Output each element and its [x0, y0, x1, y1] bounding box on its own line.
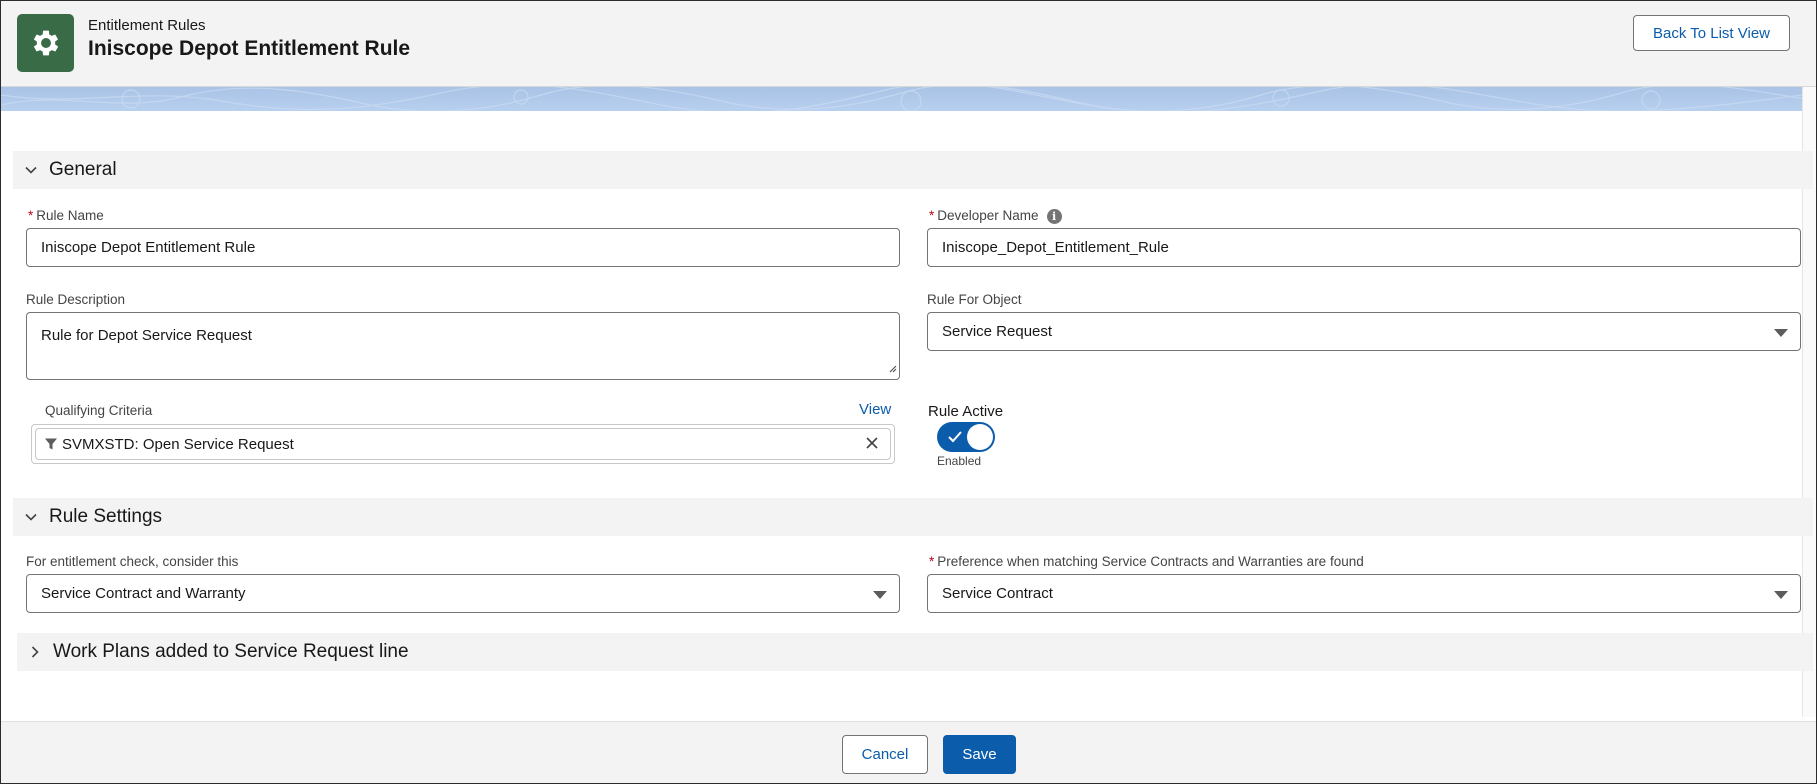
- required-marker: *: [28, 208, 34, 223]
- entitlement-check-label: For entitlement check, consider this: [26, 554, 239, 569]
- entitlement-check-select[interactable]: Service Contract and Warranty: [26, 574, 900, 613]
- decorative-banner: [1, 87, 1816, 111]
- section-title: General: [49, 159, 117, 180]
- view-criteria-link[interactable]: View: [859, 401, 891, 418]
- close-icon[interactable]: [864, 435, 880, 456]
- resize-grip-icon[interactable]: [887, 360, 897, 377]
- rule-name-input[interactable]: Iniscope Depot Entitlement Rule: [26, 228, 900, 267]
- gear-icon: [17, 14, 74, 72]
- rule-for-object-select[interactable]: Service Request: [927, 312, 1801, 351]
- section-title: Rule Settings: [49, 506, 163, 527]
- rule-for-object-label: Rule For Object: [927, 292, 1022, 307]
- filter-icon: [44, 437, 58, 451]
- section-rule-settings-header[interactable]: Rule Settings: [13, 498, 1813, 536]
- back-to-list-view-button[interactable]: Back To List View: [1633, 15, 1790, 51]
- developer-name-label: * Developer Name i: [929, 208, 1062, 224]
- chevron-down-icon: [13, 163, 49, 177]
- qualifying-criteria-field[interactable]: SVMXSTD: Open Service Request: [31, 424, 895, 464]
- rule-active-label: Rule Active: [928, 403, 1004, 420]
- required-marker: *: [929, 208, 935, 223]
- page-header: Entitlement Rules Iniscope Depot Entitle…: [1, 1, 1816, 87]
- page-frame: Entitlement Rules Iniscope Depot Entitle…: [0, 0, 1817, 784]
- chevron-right-icon: [17, 645, 53, 659]
- section-work-plans-header[interactable]: Work Plans added to Service Request line: [17, 633, 1813, 671]
- preference-select[interactable]: Service Contract: [927, 574, 1801, 613]
- dropdown-caret-icon: [1774, 591, 1788, 599]
- qualifying-criteria-label: Qualifying Criteria: [45, 403, 153, 418]
- criteria-value: SVMXSTD: Open Service Request: [62, 435, 294, 453]
- rule-active-state: Enabled: [937, 454, 982, 468]
- section-title: Work Plans added to Service Request line: [53, 641, 409, 662]
- developer-name-input[interactable]: Iniscope_Depot_Entitlement_Rule: [927, 228, 1801, 267]
- required-marker: *: [929, 554, 935, 569]
- preference-label: * Preference when matching Service Contra…: [929, 554, 1364, 569]
- rule-description-textarea[interactable]: Rule for Depot Service Request: [26, 312, 900, 380]
- criteria-pill[interactable]: SVMXSTD: Open Service Request: [35, 428, 891, 460]
- chevron-down-icon: [13, 510, 49, 524]
- info-icon[interactable]: i: [1046, 208, 1062, 224]
- rule-name-label: * Rule Name: [28, 208, 104, 223]
- rule-description-label: Rule Description: [26, 292, 126, 307]
- toggle-knob: [967, 424, 993, 450]
- dropdown-caret-icon: [1774, 329, 1788, 337]
- cancel-button[interactable]: Cancel: [842, 735, 928, 774]
- save-button[interactable]: Save: [943, 735, 1016, 774]
- object-label: Entitlement Rules: [88, 17, 206, 34]
- check-icon: [947, 430, 963, 449]
- section-general-header[interactable]: General: [13, 151, 1813, 189]
- rule-active-toggle[interactable]: [937, 422, 995, 452]
- page-title: Iniscope Depot Entitlement Rule: [88, 37, 411, 60]
- dropdown-caret-icon: [873, 591, 887, 599]
